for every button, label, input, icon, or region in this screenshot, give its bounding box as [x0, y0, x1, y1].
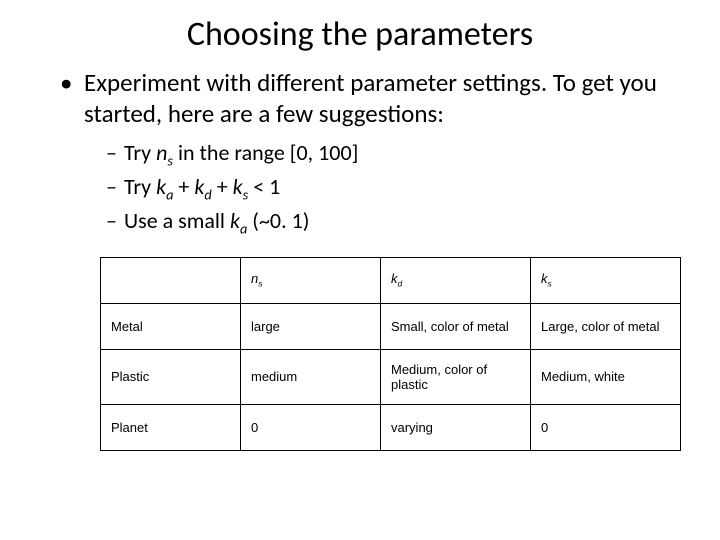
cell-material: Plastic: [101, 349, 241, 404]
table-row: Plastic medium Medium, color of plastic …: [101, 349, 681, 404]
table-row: Metal large Small, color of metal Large,…: [101, 303, 681, 349]
t: Try: [124, 173, 156, 200]
cell-material: Metal: [101, 303, 241, 349]
sub: s: [258, 279, 262, 289]
th-kd: kd: [381, 257, 531, 303]
cell-kd: Medium, color of plastic: [381, 349, 531, 404]
table-row: Planet 0 varying 0: [101, 404, 681, 450]
dash-icon: –: [106, 206, 124, 238]
cell-kd: varying: [381, 404, 531, 450]
cell-ns: 0: [241, 404, 381, 450]
var: k: [230, 207, 240, 234]
cell-ks: Large, color of metal: [531, 303, 681, 349]
var: k: [194, 173, 204, 200]
sub-b-text: Try ka + kd + ks < 1: [124, 172, 280, 204]
th-ns: ns: [241, 257, 381, 303]
th-ks: ks: [531, 257, 681, 303]
parameter-table: ns kd ks Metal large Small, color of met…: [100, 257, 681, 451]
t: +: [212, 173, 233, 200]
sub-c-text: Use a small ka (~0. 1): [124, 206, 309, 238]
cell-ns: medium: [241, 349, 381, 404]
sub: s: [548, 279, 552, 289]
cell-ns: large: [241, 303, 381, 349]
bullet-level1: • Experiment with different parameter se…: [60, 67, 680, 130]
bullet-text: Experiment with different parameter sett…: [84, 67, 680, 130]
cell-ks: 0: [531, 404, 681, 450]
sub-bullet-a: – Try ns in the range [0, 100]: [106, 138, 680, 170]
bullet-dot-icon: •: [60, 67, 84, 130]
cell-kd: Small, color of metal: [381, 303, 531, 349]
var: k: [233, 173, 243, 200]
var: n: [156, 139, 167, 166]
var: k: [156, 173, 166, 200]
cell-ks: Medium, white: [531, 349, 681, 404]
sub-bullet-c: – Use a small ka (~0. 1): [106, 206, 680, 238]
sub-bullet-b: – Try ka + kd + ks < 1: [106, 172, 680, 204]
t: (~0. 1): [247, 207, 309, 234]
th-empty: [101, 257, 241, 303]
t: Use a small: [124, 207, 230, 234]
sub: d: [204, 185, 211, 203]
t: < 1: [248, 173, 280, 200]
slide-title: Choosing the parameters: [40, 14, 680, 55]
sub-a-text: Try ns in the range [0, 100]: [124, 138, 358, 170]
dash-icon: –: [106, 138, 124, 170]
dash-icon: –: [106, 172, 124, 204]
t: in the range [0, 100]: [173, 139, 358, 166]
t: Try: [124, 139, 156, 166]
table-header-row: ns kd ks: [101, 257, 681, 303]
cell-material: Planet: [101, 404, 241, 450]
t: +: [173, 173, 194, 200]
sub-bullet-list: – Try ns in the range [0, 100] – Try ka …: [106, 138, 680, 239]
sub: d: [398, 279, 403, 289]
